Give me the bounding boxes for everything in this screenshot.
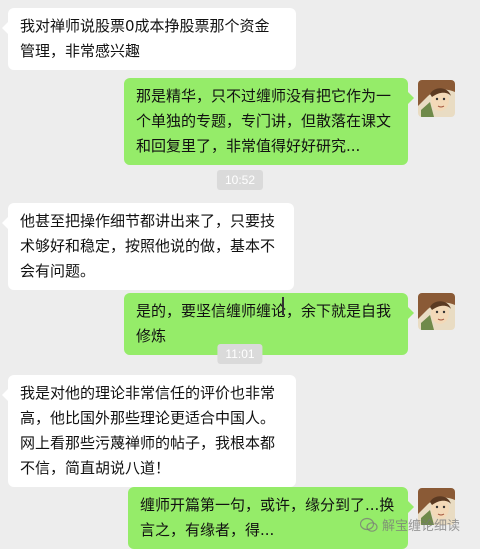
message-bubble-incoming[interactable]: 我对禅师说股票0成本挣股票那个资金管理，非常感兴趣 bbox=[2, 8, 296, 70]
message-text: 他甚至把操作细节都讲出来了，只要技术够好和稳定，按照他说的做，基本不会有问题。 bbox=[20, 212, 276, 280]
text-cursor bbox=[282, 297, 284, 315]
message-bubble-outgoing[interactable]: 那是精华，只不过缠师没有把它作为一个单独的专题，专门讲，但散落在课文和回复里了，… bbox=[124, 78, 414, 165]
avatar-portrait-icon bbox=[418, 80, 455, 117]
message-text: 那是精华，只不过缠师没有把它作为一个单独的专题，专门讲，但散落在课文和回复里了，… bbox=[136, 87, 392, 155]
avatar-portrait-icon bbox=[418, 293, 455, 330]
user-avatar[interactable] bbox=[418, 80, 455, 117]
timestamp: 11:01 bbox=[217, 344, 263, 364]
message-bubble-outgoing[interactable]: 是的，要坚信缠师缠论，余下就是自我修炼 bbox=[124, 293, 414, 355]
message-text: 我对禅师说股票0成本挣股票那个资金管理，非常感兴趣 bbox=[20, 17, 270, 60]
watermark: 解宝缠论细读 bbox=[359, 515, 460, 534]
watermark-text: 解宝缠论细读 bbox=[381, 519, 460, 534]
message-text: 是的，要坚信缠师缠论，余下就是自我修炼 bbox=[136, 302, 392, 345]
message-bubble-incoming[interactable]: 他甚至把操作细节都讲出来了，只要技术够好和稳定，按照他说的做，基本不会有问题。 bbox=[2, 203, 294, 290]
user-avatar[interactable] bbox=[418, 293, 455, 330]
chat-bubble-icon bbox=[359, 517, 378, 532]
message-text: 缠师开篇第一句，或许，缘分到了...换言之，有缘者，得... bbox=[140, 496, 395, 539]
timestamp: 10:52 bbox=[216, 170, 264, 190]
message-text: 我是对他的理论非常信任的评价也非常高，他比国外那些理论更适合中国人。网上看那些污… bbox=[20, 384, 276, 477]
message-bubble-incoming[interactable]: 我是对他的理论非常信任的评价也非常高，他比国外那些理论更适合中国人。网上看那些污… bbox=[2, 375, 296, 487]
